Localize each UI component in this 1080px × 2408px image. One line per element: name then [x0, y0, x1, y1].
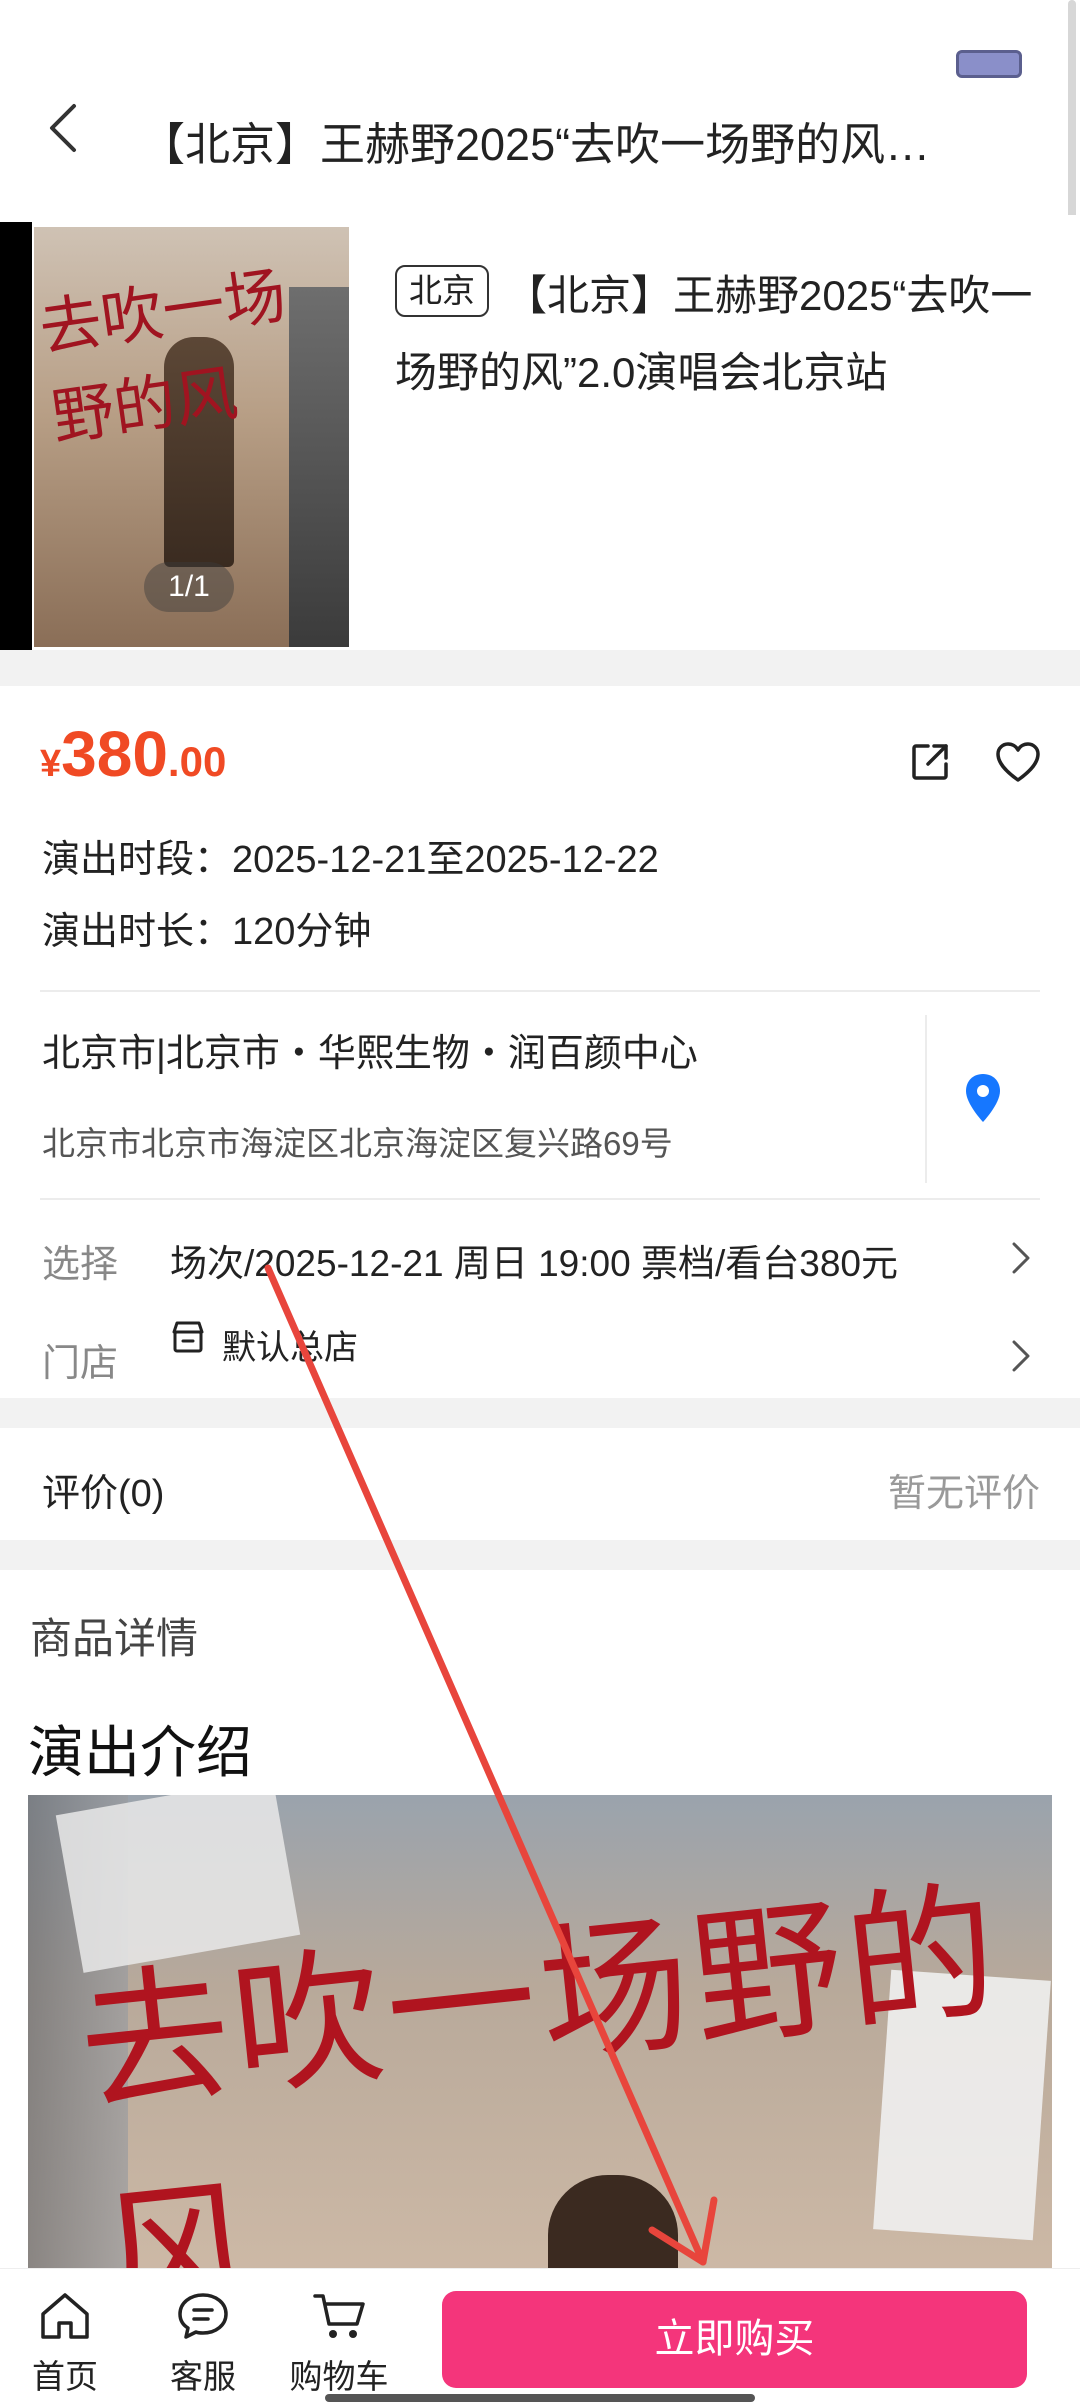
- store-label: 门店: [42, 1343, 119, 1385]
- battery-icon: [956, 50, 1022, 78]
- intro-banner: 去吹一场野的风: [28, 1795, 1052, 2275]
- chevron-right-icon[interactable]: [1008, 1240, 1032, 1276]
- nav-home[interactable]: 首页: [10, 2290, 120, 2398]
- show-period-value: 2025-12-21至2025-12-22: [232, 839, 659, 881]
- nav-cart-label: 购物车: [289, 2358, 389, 2395]
- reviews-empty: 暂无评价: [887, 1473, 1040, 1515]
- heart-icon[interactable]: [994, 740, 1042, 784]
- product-name: 【北京】王赫野2025“去吹一场野的风”2.0演唱会北京站: [395, 272, 1033, 396]
- nav-home-label: 首页: [32, 2358, 98, 2395]
- show-period: 演出时段：2025-12-21至2025-12-22: [42, 828, 659, 883]
- nav-service[interactable]: 客服: [148, 2290, 258, 2398]
- show-duration: 演出时长：120分钟: [42, 900, 371, 955]
- details-heading: 商品详情: [30, 1615, 199, 1662]
- edge-bar: [0, 222, 32, 652]
- venue-name[interactable]: 北京市|北京市・华熙生物・润百颜中心: [42, 1022, 698, 1077]
- divider: [925, 1015, 927, 1183]
- store-icon: [172, 1321, 204, 1353]
- divider: [40, 990, 1040, 992]
- intro-heading: 演出介绍: [28, 1721, 252, 1784]
- nav-service-label: 客服: [170, 2358, 236, 2395]
- section-gap: [0, 1398, 1080, 1428]
- share-icon[interactable]: [908, 740, 952, 784]
- location-pin-icon[interactable]: [963, 1072, 1003, 1124]
- section-gap: [0, 650, 1080, 686]
- reviews-label[interactable]: 评价(0): [42, 1462, 164, 1517]
- price-decimal: .00: [167, 738, 227, 785]
- show-duration-value: 120分钟: [232, 911, 372, 953]
- cart-icon: [313, 2294, 365, 2338]
- scrollbar[interactable]: [1068, 0, 1076, 235]
- selection-label: 选择: [42, 1244, 119, 1286]
- product-poster[interactable]: 去吹一场野的风 1/1: [34, 227, 349, 647]
- selection-value[interactable]: 场次/2025-12-21 周日 19:00 票档/看台380元: [170, 1233, 898, 1287]
- price-currency: ¥: [40, 743, 62, 785]
- product-header: 去吹一场野的风 1/1 【北京】王赫野2025“去吹一场野的风”2.0演唱会北京…: [0, 215, 1080, 652]
- venue-address[interactable]: 北京市北京市海淀区北京海淀区复兴路69号: [42, 1117, 673, 1165]
- buy-now-button[interactable]: 立即购买: [442, 2291, 1027, 2388]
- home-icon: [41, 2293, 89, 2339]
- price-integer: 380: [61, 718, 168, 790]
- home-indicator: [325, 2394, 755, 2402]
- store-name[interactable]: 默认总店: [222, 1320, 358, 1369]
- show-duration-label: 演出时长：: [42, 911, 233, 953]
- show-period-label: 演出时段：: [42, 839, 233, 881]
- chevron-right-icon[interactable]: [1008, 1338, 1032, 1374]
- chat-service-icon: [178, 2293, 228, 2339]
- nav-cart[interactable]: 购物车: [284, 2290, 394, 2398]
- top-bar: 【北京】王赫野2025“去吹一场野的风…: [0, 0, 1080, 215]
- section-gap: [0, 1540, 1080, 1570]
- image-counter: 1/1: [144, 562, 234, 612]
- divider: [40, 1198, 1040, 1200]
- price: ¥380.00: [40, 717, 226, 797]
- city-tag: 北京: [395, 265, 489, 317]
- back-arrow-icon[interactable]: [40, 98, 90, 158]
- page-title: 【北京】王赫野2025“去吹一场野的风…: [140, 119, 931, 170]
